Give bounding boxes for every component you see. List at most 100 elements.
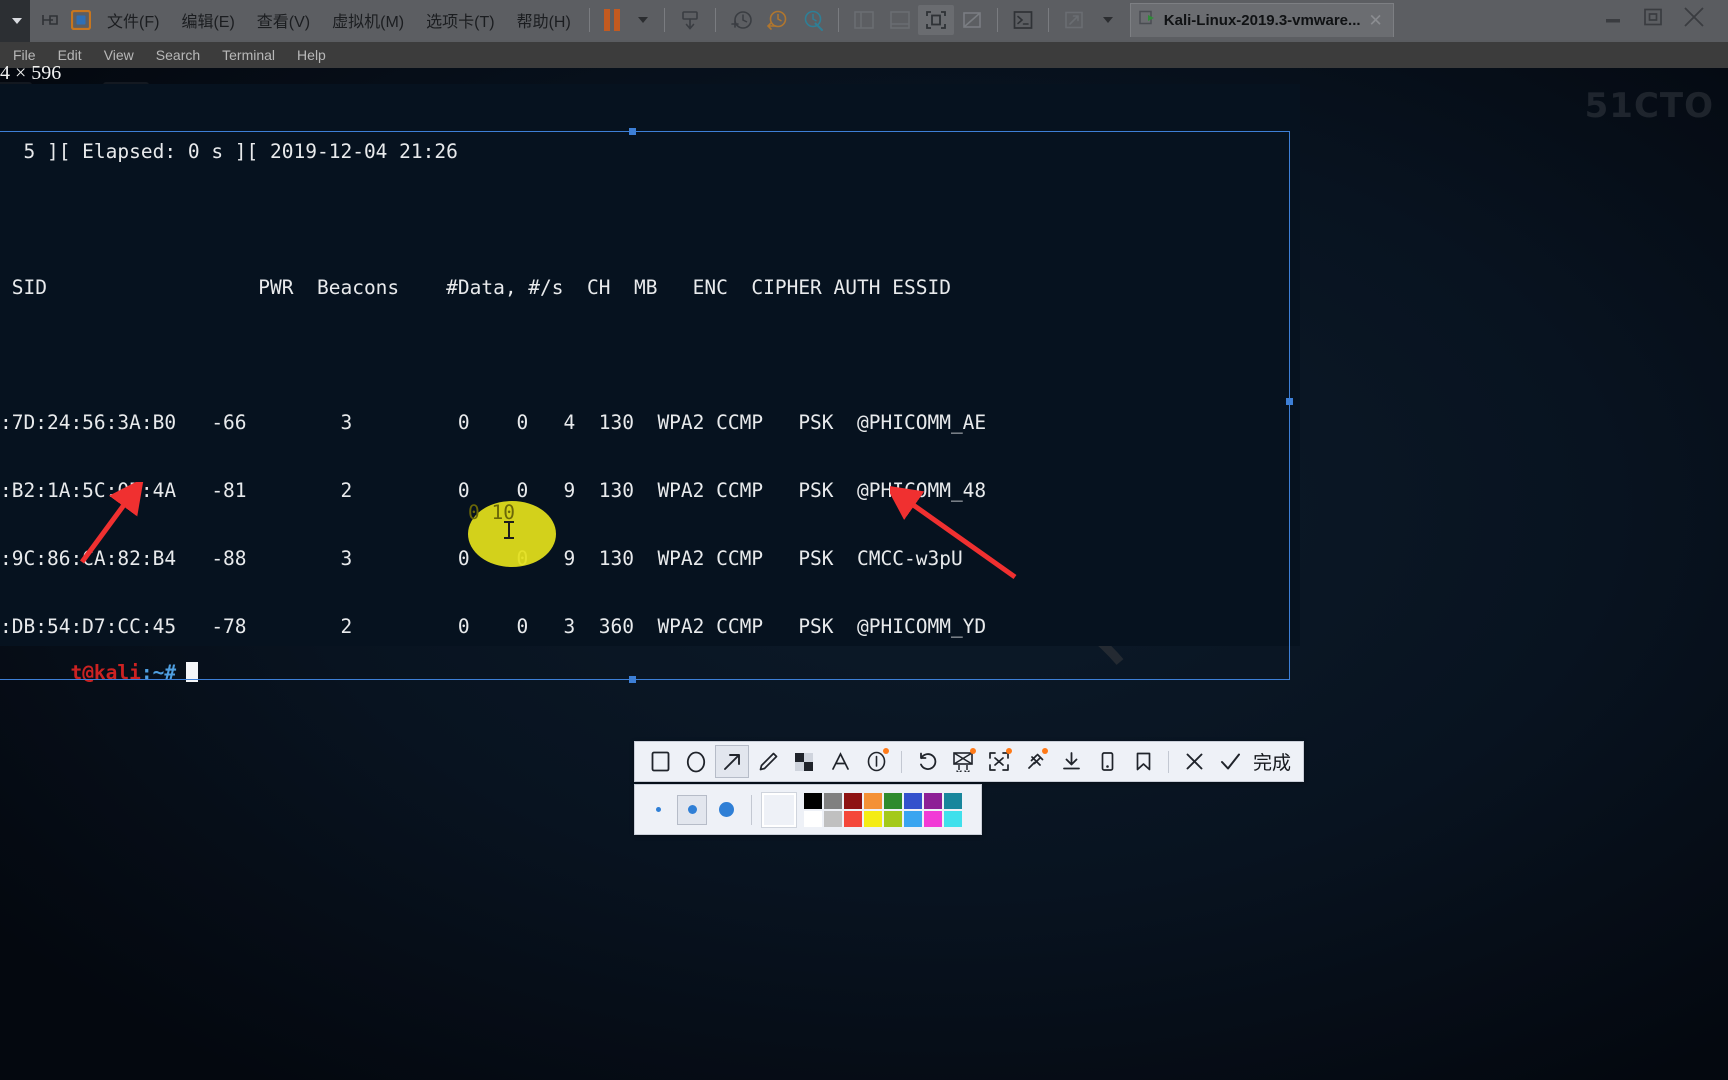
- terminal-menu-search[interactable]: Search: [145, 47, 211, 63]
- vmware-sidebar-toggle[interactable]: [0, 0, 30, 42]
- annotation-palette-bar[interactable]: [634, 784, 982, 835]
- ocr-button[interactable]: [946, 745, 980, 778]
- toolbar-divider: [1168, 750, 1169, 773]
- ap-row: :7D:24:56:3A:B0 -66 3 0 0 4 130 WPA2 CCM…: [0, 411, 987, 435]
- translate-button[interactable]: [982, 745, 1016, 778]
- terminal-menu-terminal[interactable]: Terminal: [211, 47, 286, 63]
- shell-prompt[interactable]: t@kali:~#: [0, 638, 199, 707]
- terminal-output[interactable]: 5 ][ Elapsed: 0 s ][ 2019-12-04 21:26 SI…: [0, 84, 1300, 646]
- arrow-tool[interactable]: [715, 745, 749, 778]
- color-swatch: [824, 810, 842, 827]
- yellow-ellipse-highlight[interactable]: [468, 501, 556, 567]
- unity-mode-icon[interactable]: [36, 6, 66, 34]
- vmware-logo-icon: [66, 6, 96, 34]
- stretch-icon[interactable]: [1056, 5, 1092, 35]
- color-swatch: [904, 810, 922, 827]
- console-icon[interactable]: [1005, 5, 1041, 35]
- color-swatch-grid[interactable]: [804, 792, 962, 827]
- confirm-button[interactable]: [1213, 745, 1247, 778]
- size-large-option[interactable]: [711, 795, 741, 825]
- ellipse-tool[interactable]: [679, 745, 713, 778]
- current-color-swatch[interactable]: [761, 791, 797, 828]
- restore-icon[interactable]: [1642, 7, 1664, 31]
- vmware-menu-vm[interactable]: 虚拟机(M): [321, 6, 415, 34]
- favorite-button[interactable]: [1126, 745, 1160, 778]
- send-to-phone-button[interactable]: [1090, 745, 1124, 778]
- text-cursor: [186, 662, 199, 682]
- color-swatch: [844, 792, 862, 809]
- terminal-menu-file[interactable]: File: [2, 47, 47, 63]
- color-swatch: [944, 810, 962, 827]
- snapshot-revert-icon[interactable]: [759, 5, 795, 35]
- new-feature-badge: [1042, 748, 1048, 754]
- minimize-icon[interactable]: [1602, 8, 1624, 30]
- done-label[interactable]: 完成: [1253, 748, 1295, 775]
- close-icon[interactable]: [1682, 6, 1706, 32]
- terminal-menubar[interactable]: File Edit View Search Terminal Help: [0, 42, 1728, 68]
- selection-handle-bottom[interactable]: [629, 676, 636, 683]
- terminal-menu-view[interactable]: View: [93, 47, 145, 63]
- ap-row: :DB:54:D7:CC:45 -78 2 0 0 3 360 WPA2 CCM…: [0, 614, 987, 638]
- pin-button[interactable]: [1018, 745, 1052, 778]
- toolbar-divider: [901, 750, 902, 773]
- color-swatch: [824, 792, 842, 809]
- serial-number-tool[interactable]: [859, 745, 893, 778]
- window-controls[interactable]: [1602, 6, 1706, 32]
- rectangle-tool[interactable]: [643, 745, 677, 778]
- text-tool[interactable]: [823, 745, 857, 778]
- annotation-toolbar[interactable]: 完成: [634, 741, 1305, 782]
- cancel-button[interactable]: [1177, 745, 1211, 778]
- color-swatch: [924, 792, 942, 809]
- undo-button[interactable]: [910, 745, 944, 778]
- airodump-header-line: 5 ][ Elapsed: 0 s ][ 2019-12-04 21:26: [0, 140, 458, 164]
- ap-table-header: SID PWR Beacons #Data, #/s CH MB ENC CIP…: [0, 275, 951, 299]
- send-ctrl-alt-del-icon[interactable]: [672, 5, 708, 35]
- screen: uzz.py xssf nexboss File Edit View Searc…: [0, 0, 1728, 1080]
- vm-tab-running-icon: [1139, 10, 1156, 31]
- snapshot-take-icon[interactable]: [723, 5, 759, 35]
- color-swatch: [864, 810, 882, 827]
- toolbar-divider: [663, 8, 665, 32]
- vmware-menubar[interactable]: 文件(F) 编辑(E) 查看(V) 虚拟机(M) 选项卡(T) 帮助(H) Ka…: [30, 0, 1700, 40]
- snapshot-manager-icon[interactable]: [795, 5, 831, 35]
- fullscreen-icon[interactable]: [917, 5, 954, 35]
- color-swatch: [804, 810, 822, 827]
- selection-size-readout: 4 × 596: [0, 62, 62, 84]
- selection-handle-right[interactable]: [1286, 398, 1293, 405]
- download-button[interactable]: [1054, 745, 1088, 778]
- vmware-menu-file[interactable]: 文件(F): [96, 6, 170, 34]
- stretch-dropdown-caret-icon[interactable]: [1092, 6, 1122, 34]
- terminal-menu-edit[interactable]: Edit: [47, 47, 93, 63]
- site-watermark: 51CTO: [1584, 86, 1714, 126]
- vm-tab-kali[interactable]: Kali-Linux-2019.3-vmware... ✕: [1129, 3, 1394, 37]
- vmware-menu-help[interactable]: 帮助(H): [506, 6, 582, 34]
- terminal-menu-help[interactable]: Help: [286, 47, 337, 63]
- vmware-menu-tabs[interactable]: 选项卡(T): [415, 6, 505, 34]
- close-icon[interactable]: ✕: [1369, 11, 1383, 31]
- toolbar-divider: [1047, 8, 1049, 32]
- color-swatch: [844, 810, 862, 827]
- size-medium-option[interactable]: [677, 794, 707, 825]
- new-feature-badge: [970, 748, 976, 754]
- toolbar-divider: [837, 8, 839, 32]
- show-library-icon[interactable]: [846, 5, 882, 35]
- pause-icon[interactable]: [597, 6, 627, 34]
- size-small-option[interactable]: [643, 795, 673, 825]
- pencil-tool[interactable]: [751, 745, 785, 778]
- color-swatch: [904, 792, 922, 809]
- selection-handle-top[interactable]: [629, 128, 636, 135]
- color-swatch: [884, 792, 902, 809]
- color-swatch: [884, 810, 902, 827]
- show-thumbnail-bar-icon[interactable]: [882, 5, 918, 35]
- toolbar-divider: [996, 8, 998, 32]
- vmware-menu-edit[interactable]: 编辑(E): [170, 6, 245, 34]
- vm-tab-title: Kali-Linux-2019.3-vmware...: [1163, 12, 1361, 29]
- dropdown-caret-icon[interactable]: [627, 6, 657, 34]
- prompt-user: t@kali: [70, 661, 141, 684]
- color-swatch: [924, 810, 942, 827]
- unity-icon[interactable]: [954, 5, 990, 35]
- prompt-path: :~#: [140, 661, 177, 684]
- vmware-menu-view[interactable]: 查看(V): [246, 6, 321, 34]
- vmware-window-chrome: 文件(F) 编辑(E) 查看(V) 虚拟机(M) 选项卡(T) 帮助(H) Ka…: [0, 0, 1728, 42]
- mosaic-tool[interactable]: [787, 745, 821, 778]
